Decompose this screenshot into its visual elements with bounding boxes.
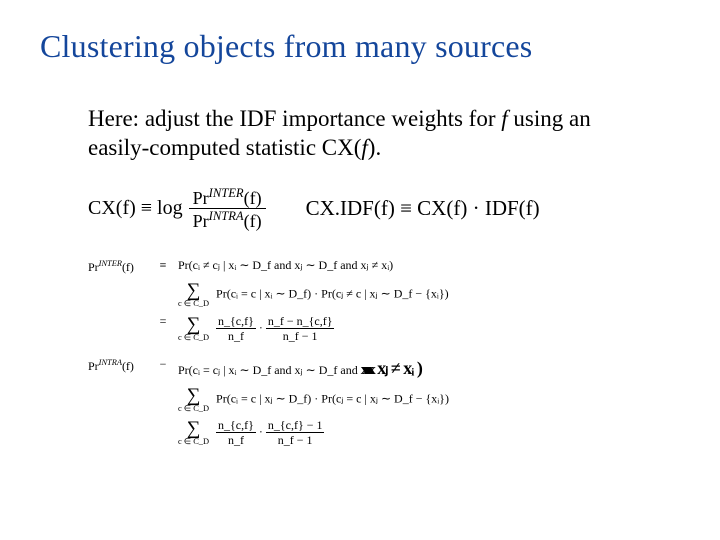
derivation-block: PrINTER(f) ≡ Pr(cᵢ ≠ cⱼ | xᵢ ∼ D_f and x… xyxy=(88,259,680,446)
sigma-sub-2: c ∈ C_D xyxy=(178,334,209,342)
inter-sup-1: INTER xyxy=(209,186,244,200)
cx-frac-num: PrINTER(f) xyxy=(189,187,266,208)
pr-text-3: Pr xyxy=(88,260,99,274)
intra-line-2: ∑ c ∈ C_D Pr(cᵢ = c | xⱼ ∼ D_f) · Pr(cⱼ … xyxy=(88,386,680,414)
intra-sup-1: INTRA xyxy=(209,209,244,223)
inter-line-3: = ∑ c ∈ C_D n_{c,f} n_f · n_f − n_{c,f} xyxy=(88,315,680,343)
formula-block: CX(f) ≡ log PrINTER(f) PrINTRA(f) CX.IDF… xyxy=(88,187,680,447)
inter-r2-body: Pr(cᵢ = c | xᵢ ∼ D_f) · Pr(cⱼ ≠ c | xⱼ ∼… xyxy=(216,287,449,301)
sigma-4: ∑ c ∈ C_D xyxy=(178,419,209,447)
slide: Clustering objects from many sources Her… xyxy=(0,0,720,540)
inter-rhs-1: Pr(cᵢ ≠ cⱼ | xᵢ ∼ D_f and xⱼ ∼ D_f and x… xyxy=(178,259,680,273)
intro-text: Here: adjust the IDF importance weights … xyxy=(88,105,640,163)
sigma-3: ∑ c ∈ C_D xyxy=(178,386,209,414)
sigma-2: ∑ c ∈ C_D xyxy=(178,315,209,343)
intra-sup-2: INTRA xyxy=(99,358,122,367)
inter-f1d: n_f xyxy=(226,330,246,342)
cx-definition: CX(f) ≡ log PrINTER(f) PrINTRA(f) xyxy=(88,187,266,232)
intra-frac-1: n_{c,f} n_f xyxy=(216,419,256,446)
f-arg-2: (f) xyxy=(244,211,262,231)
intra-f2n: n_{c,f} − 1 xyxy=(266,419,325,431)
intra-r1-body: Pr(cᵢ = cⱼ | xᵢ ∼ D_f and xⱼ ∼ D_f and xyxy=(178,363,361,377)
inter-line-2: ∑ c ∈ C_D Pr(cᵢ = c | xᵢ ∼ D_f) · Pr(cⱼ … xyxy=(88,281,680,309)
intra-f1d: n_f xyxy=(226,434,246,446)
minus-1: − xyxy=(156,358,170,372)
scribble-annotation: xxxxxx xyxy=(361,362,370,378)
inter-sup-2: INTER xyxy=(99,259,122,268)
inter-f2n: n_f − n_{c,f} xyxy=(266,315,335,327)
intra-rhs-3: ∑ c ∈ C_D n_{c,f} n_f · n_{c,f} − 1 n_f … xyxy=(178,419,680,447)
sigma-sym-2: ∑ xyxy=(187,315,201,334)
slide-title: Clustering objects from many sources xyxy=(40,28,680,65)
sigma-sub-4: c ∈ C_D xyxy=(178,438,209,446)
inter-f2d: n_f − 1 xyxy=(281,330,320,342)
intro-part1: Here: adjust the IDF importance weights … xyxy=(88,106,501,131)
intra-lhs: PrINTRA(f) xyxy=(88,358,148,374)
inter-f1n: n_{c,f} xyxy=(216,315,256,327)
eq-1: = xyxy=(156,315,170,329)
sigma-sym-4: ∑ xyxy=(187,419,201,438)
sigma-sub-3: c ∈ C_D xyxy=(178,405,209,413)
dot-1: · xyxy=(259,320,263,334)
inter-lhs: PrINTER(f) xyxy=(88,259,148,275)
sigma-sub-1: c ∈ C_D xyxy=(178,300,209,308)
pr-text-1: Pr xyxy=(193,188,209,208)
dot-2: · xyxy=(259,425,263,439)
intra-line-1: PrINTRA(f) − Pr(cᵢ = cⱼ | xᵢ ∼ D_f and x… xyxy=(88,358,680,379)
intra-rhs-2: ∑ c ∈ C_D Pr(cᵢ = c | xⱼ ∼ D_f) · Pr(cⱼ … xyxy=(178,386,680,414)
inter-rhs-2: ∑ c ∈ C_D Pr(cᵢ = c | xᵢ ∼ D_f) · Pr(cⱼ … xyxy=(178,281,680,309)
sigma-sym-3: ∑ xyxy=(187,386,201,405)
intra-f1n: n_{c,f} xyxy=(216,419,256,431)
f-arg-3: (f) xyxy=(122,260,134,274)
spacer xyxy=(88,348,680,358)
pr-text-2: Pr xyxy=(193,211,209,231)
sigma-sym-1: ∑ xyxy=(187,281,201,300)
sigma-1: ∑ c ∈ C_D xyxy=(178,281,209,309)
intra-line-3: ∑ c ∈ C_D n_{c,f} n_f · n_{c,f} − 1 n_f … xyxy=(88,419,680,447)
intra-r2-body: Pr(cᵢ = c | xⱼ ∼ D_f) · Pr(cⱼ = c | xⱼ ∼… xyxy=(216,391,449,405)
intra-f2d: n_f − 1 xyxy=(276,434,315,446)
inter-frac-1: n_{c,f} n_f xyxy=(216,315,256,342)
hand-annotation: xⱼ ≠ xᵢ ) xyxy=(374,358,422,378)
definition-row: CX(f) ≡ log PrINTER(f) PrINTRA(f) CX.IDF… xyxy=(88,187,680,232)
intra-rhs-1: Pr(cᵢ = cⱼ | xᵢ ∼ D_f and xⱼ ∼ D_f and x… xyxy=(178,358,680,379)
inter-line-1: PrINTER(f) ≡ Pr(cᵢ ≠ cⱼ | xᵢ ∼ D_f and x… xyxy=(88,259,680,275)
cx-fraction: PrINTER(f) PrINTRA(f) xyxy=(189,187,266,232)
f-arg-1: (f) xyxy=(244,188,262,208)
inter-frac-2: n_f − n_{c,f} n_f − 1 xyxy=(266,315,335,342)
pr-text-4: Pr xyxy=(88,359,99,373)
equiv-1: ≡ xyxy=(156,259,170,273)
cxidf-definition: CX.IDF(f) ≡ CX(f) · IDF(f) xyxy=(306,196,540,221)
f-arg-4: (f) xyxy=(122,359,134,373)
intro-part3: ). xyxy=(368,135,381,160)
intra-frac-2: n_{c,f} − 1 n_f − 1 xyxy=(266,419,325,446)
cx-frac-den: PrINTRA(f) xyxy=(189,210,266,231)
cx-lhs: CX(f) ≡ log xyxy=(88,197,183,220)
inter-rhs-3: ∑ c ∈ C_D n_{c,f} n_f · n_f − n_{c,f} n_… xyxy=(178,315,680,343)
